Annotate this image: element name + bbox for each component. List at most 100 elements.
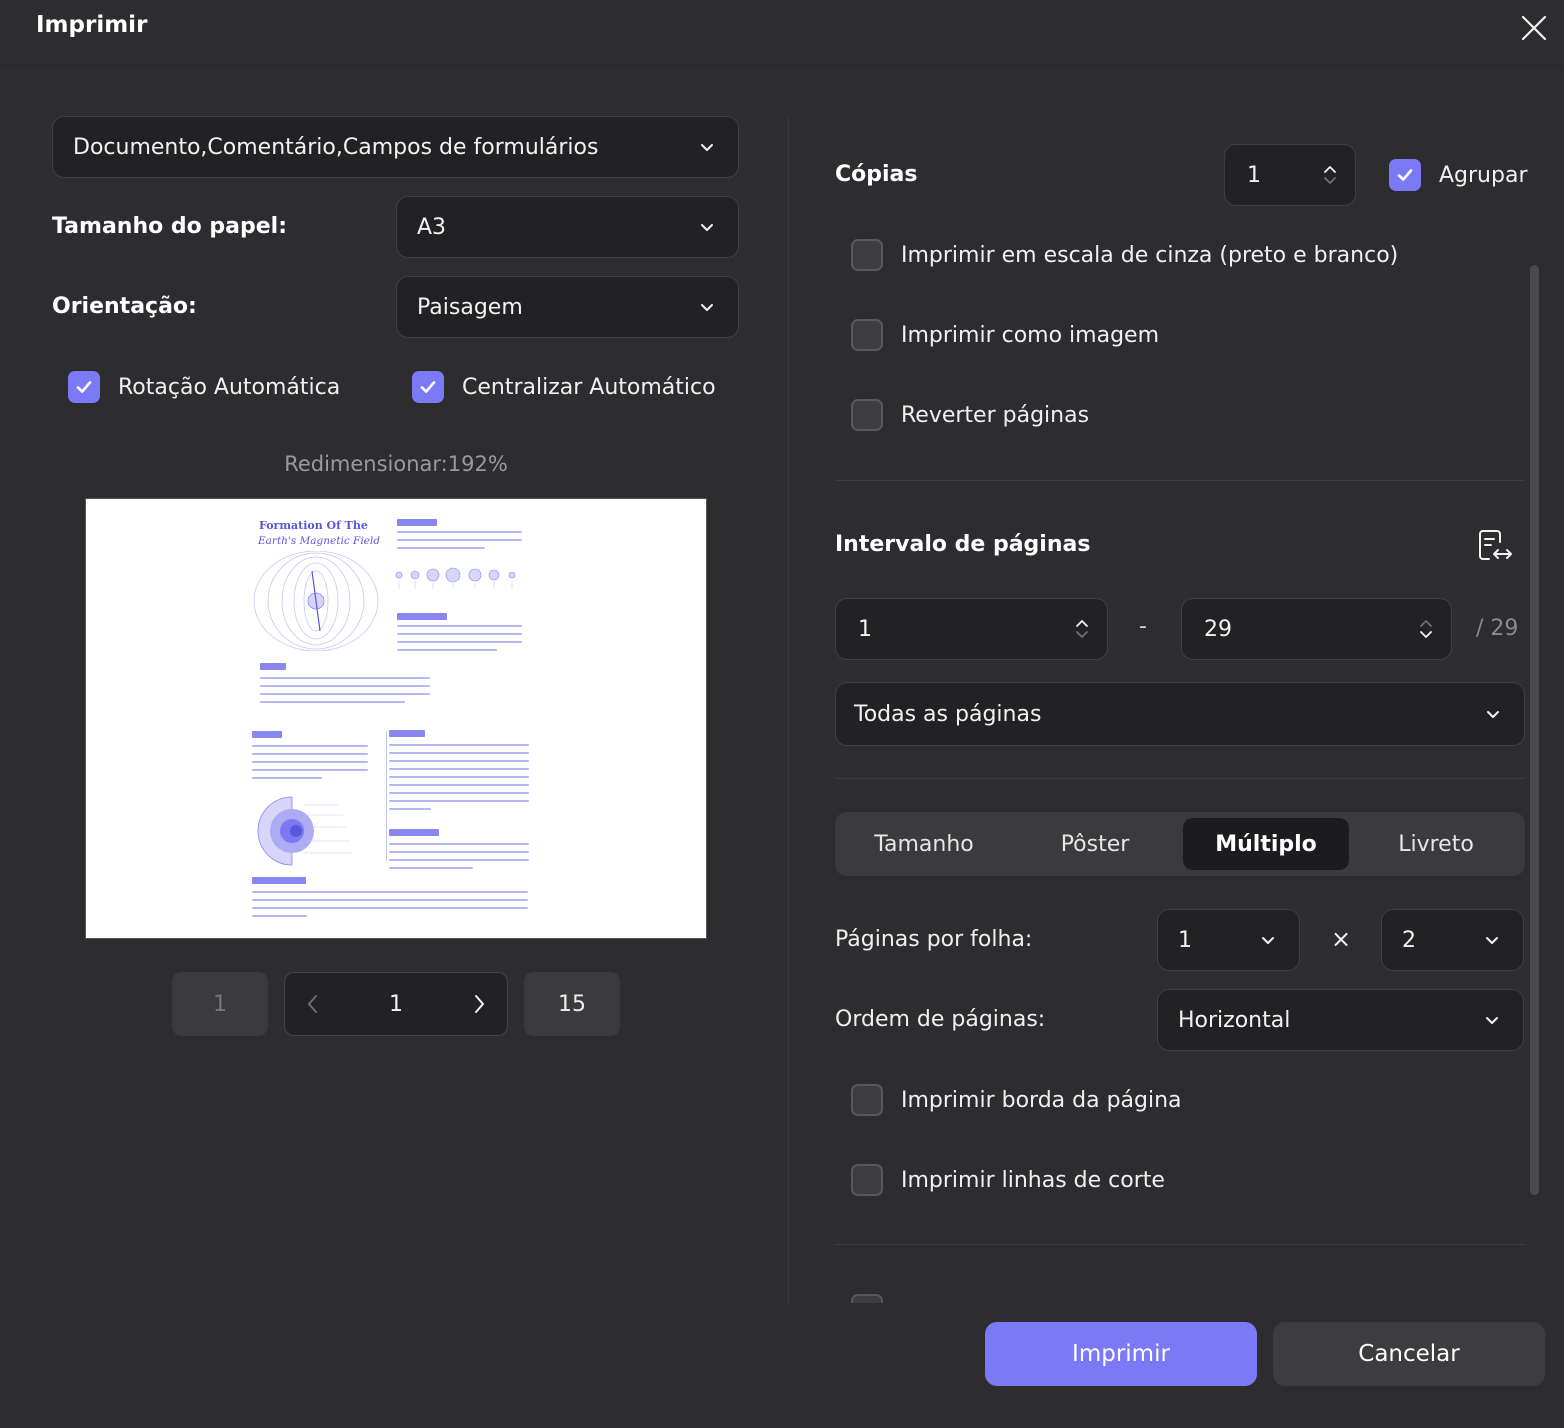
copies-stepper[interactable]: 1	[1224, 144, 1356, 206]
print-preview: Formation Of The Earth's Magnetic Field	[85, 498, 707, 939]
current-page-input[interactable]: 1	[389, 992, 403, 1017]
preview-tag	[397, 519, 437, 526]
checkbox-unchecked[interactable]	[851, 399, 883, 431]
range-from-stepper[interactable]: 1	[835, 598, 1108, 660]
close-icon	[1521, 15, 1547, 41]
reverse-pages-checkbox[interactable]: Reverter páginas	[851, 399, 1089, 431]
pages-per-sheet-label: Páginas por folha:	[835, 927, 1033, 952]
auto-center-checkbox[interactable]: Centralizar Automático	[412, 371, 716, 403]
print-button[interactable]: Imprimir	[985, 1322, 1257, 1386]
section-divider	[835, 480, 1525, 481]
tab-multiple[interactable]: Múltiplo	[1183, 818, 1349, 870]
paper-size-value: A3	[417, 214, 447, 240]
print-border-checkbox[interactable]: Imprimir borda da página	[851, 1084, 1182, 1116]
page-subset-select[interactable]: Todas as páginas	[835, 682, 1525, 746]
grayscale-checkbox[interactable]: Imprimir em escala de cinza (preto e bra…	[851, 239, 1398, 271]
print-cut-lines-checkbox[interactable]: Imprimir linhas de corte	[851, 1164, 1165, 1196]
page-order-select[interactable]: Horizontal	[1157, 989, 1524, 1051]
chevron-up-icon[interactable]	[1323, 164, 1337, 174]
checkbox-unchecked[interactable]	[851, 1164, 883, 1196]
chevron-up-icon[interactable]	[1075, 618, 1089, 628]
preview-text-block	[260, 677, 430, 703]
multiply-sign: ×	[1331, 925, 1352, 953]
page-range-label: Intervalo de páginas	[835, 532, 1091, 557]
orientation-select[interactable]: Paisagem	[396, 276, 739, 338]
section-divider	[835, 778, 1525, 779]
print-mode-tabs: Tamanho Pôster Múltiplo Livreto	[835, 812, 1525, 876]
tab-poster[interactable]: Pôster	[1010, 818, 1180, 870]
magnetic-field-illustration	[253, 551, 379, 651]
page-navigator: 1	[284, 972, 508, 1036]
cancel-button[interactable]: Cancelar	[1273, 1322, 1545, 1386]
zoom-level-text: Redimensionar:192%	[284, 452, 508, 476]
collate-checkbox[interactable]: Agrupar	[1389, 159, 1528, 191]
title-bar	[0, 0, 1564, 66]
preview-tag	[252, 877, 306, 884]
stepper-arrows	[1075, 618, 1089, 640]
preview-tag	[260, 663, 286, 670]
page-subset-value: Todas as páginas	[854, 701, 1042, 727]
chevron-down-icon[interactable]	[1419, 630, 1433, 640]
checkbox-checked[interactable]	[412, 371, 444, 403]
orientation-label: Orientação:	[52, 294, 197, 319]
checkmark-icon	[1397, 169, 1413, 181]
chevron-down-icon	[701, 144, 713, 151]
page-order-label: Ordem de páginas:	[835, 1007, 1046, 1032]
pages-per-sheet-cols-value: 1	[1178, 927, 1192, 953]
content-type-select[interactable]: Documento,Comentário,Campos de formulári…	[52, 116, 739, 178]
preview-subheading: Earth's Magnetic Field	[258, 535, 380, 547]
preview-text-block	[252, 891, 528, 917]
pages-per-sheet-rows-select[interactable]: 2	[1381, 909, 1524, 971]
swap-range-button[interactable]	[1474, 526, 1514, 566]
checkbox-unchecked[interactable]	[851, 319, 883, 351]
chevron-down-icon[interactable]	[1323, 176, 1337, 186]
auto-center-label: Centralizar Automático	[462, 374, 716, 400]
range-from-value: 1	[858, 616, 872, 642]
dialog-title: Imprimir	[36, 12, 148, 38]
checkbox-checked[interactable]	[1389, 159, 1421, 191]
chevron-up-icon[interactable]	[1419, 618, 1433, 628]
print-as-image-checkbox[interactable]: Imprimir como imagem	[851, 319, 1159, 351]
checkbox-partially-visible	[851, 1294, 883, 1303]
last-page-button[interactable]: 15	[524, 972, 620, 1036]
preview-tag	[389, 730, 425, 737]
copies-value: 1	[1247, 162, 1261, 188]
checkmark-icon	[76, 381, 92, 393]
reverse-pages-label: Reverter páginas	[901, 402, 1090, 428]
preview-tag	[252, 731, 282, 738]
chevron-down-icon	[1486, 1017, 1498, 1024]
chevron-right-icon[interactable]	[471, 993, 487, 1015]
first-page-button[interactable]: 1	[172, 972, 268, 1036]
paper-size-select[interactable]: A3	[396, 196, 739, 258]
content-type-value: Documento,Comentário,Campos de formulári…	[73, 134, 599, 160]
stepper-arrows	[1323, 164, 1337, 186]
earth-layers-illustration	[257, 796, 352, 866]
tab-booklet[interactable]: Livreto	[1351, 818, 1521, 870]
chevron-down-icon	[1262, 937, 1274, 944]
range-to-stepper[interactable]: 29	[1181, 598, 1452, 660]
close-button[interactable]	[1512, 8, 1556, 48]
print-as-image-label: Imprimir como imagem	[901, 322, 1160, 348]
chevron-down-icon	[1486, 937, 1498, 944]
auto-rotate-checkbox[interactable]: Rotação Automática	[68, 371, 340, 403]
collate-label: Agrupar	[1439, 162, 1528, 188]
checkbox-checked[interactable]	[68, 371, 100, 403]
section-divider	[835, 1244, 1525, 1245]
pages-per-sheet-cols-select[interactable]: 1	[1157, 909, 1300, 971]
chevron-down-icon	[701, 304, 713, 311]
print-border-label: Imprimir borda da página	[901, 1087, 1182, 1113]
chevron-down-icon[interactable]	[1075, 630, 1089, 640]
preview-tag	[389, 829, 439, 836]
stepper-arrows	[1419, 618, 1433, 640]
checkbox-unchecked[interactable]	[851, 1084, 883, 1116]
preview-text-block	[389, 843, 529, 869]
preview-text-block	[389, 744, 529, 810]
right-panel-scrollbar[interactable]	[1530, 265, 1539, 1195]
checkmark-icon	[420, 381, 436, 393]
orientation-value: Paisagem	[417, 294, 523, 320]
chevron-left-icon[interactable]	[305, 993, 321, 1015]
range-to-value: 29	[1204, 616, 1232, 642]
chevron-down-icon	[701, 224, 713, 231]
tab-size[interactable]: Tamanho	[839, 818, 1009, 870]
checkbox-unchecked[interactable]	[851, 239, 883, 271]
